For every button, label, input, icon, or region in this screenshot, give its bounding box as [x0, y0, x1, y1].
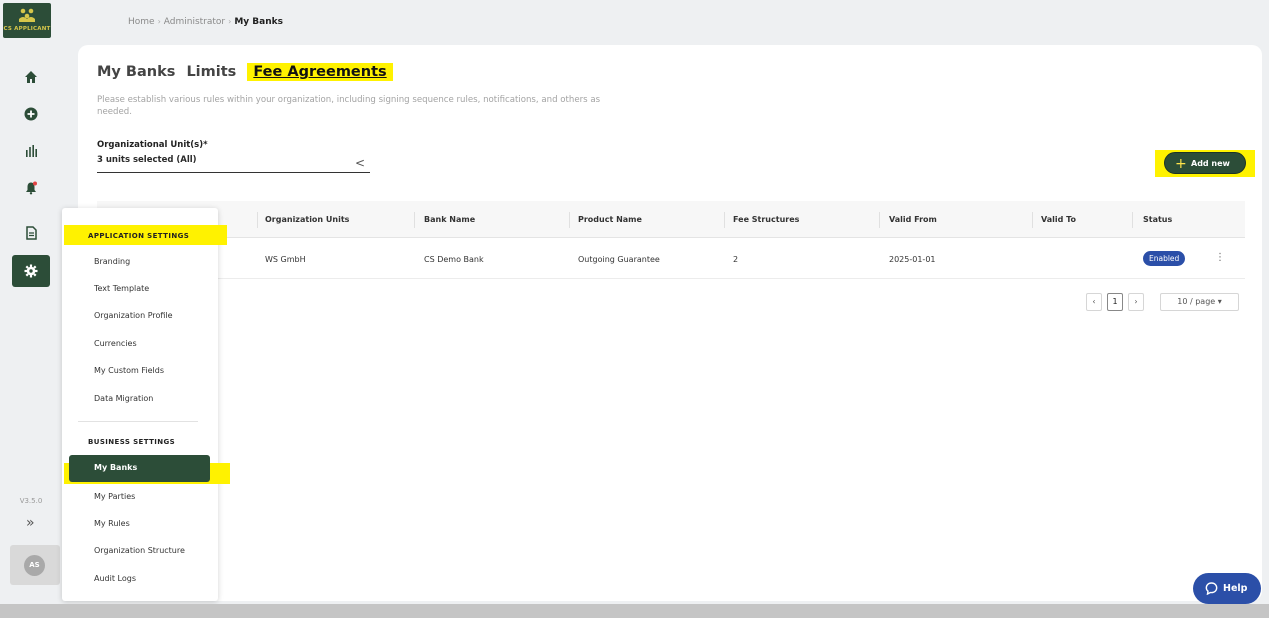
add-new-button[interactable]: + Add new: [1164, 152, 1246, 174]
rail-documents[interactable]: [12, 217, 50, 249]
org-unit-value: 3 units selected (All): [97, 155, 197, 165]
menu-item-text-template[interactable]: Text Template: [94, 284, 149, 293]
row-actions-icon[interactable]: ⋮: [1215, 252, 1225, 263]
main-content: My Banks Limits Fee Agreements Please es…: [78, 45, 1262, 601]
menu-divider: [78, 421, 198, 422]
column-divider: [1032, 212, 1033, 228]
rail-home[interactable]: [12, 61, 50, 93]
plus-icon: +: [1175, 156, 1187, 172]
pagination-prev[interactable]: ‹: [1086, 293, 1102, 311]
org-unit-select[interactable]: 3 units selected (All) <: [97, 155, 370, 173]
breadcrumb-home[interactable]: Home: [128, 17, 155, 27]
header-valid-from[interactable]: Valid From: [889, 215, 937, 224]
status-badge: Enabled: [1143, 251, 1186, 266]
menu-item-data-migration[interactable]: Data Migration: [94, 394, 153, 403]
pagination-page[interactable]: 1: [1107, 293, 1123, 311]
settings-tabs: My Banks Limits Fee Agreements: [97, 63, 399, 81]
chevron-left-icon: <: [354, 156, 365, 170]
menu-item-organization-structure[interactable]: Organization Structure: [94, 546, 185, 555]
menu-item-label: My Banks: [94, 463, 138, 472]
app-logo[interactable]: CS APPLICANT: [3, 3, 51, 38]
column-divider: [724, 212, 725, 228]
menu-item-organization-profile[interactable]: Organization Profile: [94, 311, 173, 320]
page-description: Please establish various rules within yo…: [97, 95, 601, 117]
cell-valid-from: 2025-01-01: [889, 255, 936, 264]
gear-icon: [24, 264, 38, 278]
breadcrumb: Home › Administrator › My Banks: [128, 17, 283, 27]
add-new-label: Add new: [1191, 159, 1230, 168]
column-divider: [257, 212, 258, 228]
cell-organization-units: WS GmbH: [265, 255, 306, 264]
menu-item-branding[interactable]: Branding: [94, 257, 130, 266]
bell-icon: [26, 181, 37, 195]
breadcrumb-administrator[interactable]: Administrator: [164, 17, 225, 27]
home-icon: [25, 71, 37, 83]
application-settings-heading: APPLICATION SETTINGS: [88, 232, 190, 240]
cell-product-name: Outgoing Guarantee: [578, 255, 660, 264]
rail-notifications[interactable]: [12, 172, 50, 204]
menu-item-audit-logs[interactable]: Audit Logs: [94, 574, 136, 583]
menu-item-custom-fields[interactable]: My Custom Fields: [94, 366, 164, 375]
breadcrumb-current: My Banks: [234, 17, 283, 27]
header-product-name[interactable]: Product Name: [578, 215, 642, 224]
top-bar: CS APPLICANT Home › Administrator › My Banks: [0, 0, 1269, 44]
settings-menu: APPLICATION SETTINGS Branding Text Templ…: [62, 208, 230, 601]
menu-item-my-rules[interactable]: My Rules: [94, 519, 130, 528]
bar-chart-icon: [26, 145, 37, 157]
column-divider: [879, 212, 880, 228]
tab-limits[interactable]: Limits: [186, 64, 236, 80]
rail-create[interactable]: [12, 98, 50, 130]
tab-fee-agreements[interactable]: Fee Agreements: [247, 63, 393, 81]
plus-circle-icon: [24, 107, 38, 121]
left-rail: V3.5.0 » AS: [0, 44, 62, 604]
user-profile[interactable]: AS: [10, 545, 60, 585]
help-label: Help: [1223, 583, 1248, 594]
header-organization-units[interactable]: Organization Units: [265, 215, 349, 224]
cell-bank-name: CS Demo Bank: [424, 255, 484, 264]
version-label: V3.5.0: [19, 497, 43, 505]
bottom-bar: [0, 604, 1269, 618]
rail-reports[interactable]: [12, 135, 50, 167]
table-row[interactable]: WS GmbH CS Demo Bank Outgoing Guarantee …: [97, 239, 1245, 279]
org-unit-label: Organizational Unit(s)*: [97, 140, 208, 150]
header-fee-structures[interactable]: Fee Structures: [733, 215, 799, 224]
breadcrumb-separator: ›: [157, 17, 161, 26]
avatar: AS: [24, 555, 45, 576]
header-valid-to[interactable]: Valid To: [1041, 215, 1076, 224]
tab-my-banks[interactable]: My Banks: [97, 64, 175, 80]
help-button[interactable]: Help: [1193, 573, 1261, 604]
logo-text: CS APPLICANT: [3, 26, 51, 32]
page-size-select[interactable]: 10 / page ▾: [1160, 293, 1239, 311]
breadcrumb-separator: ›: [228, 17, 232, 26]
menu-item-my-banks[interactable]: My Banks: [69, 455, 210, 482]
rail-settings[interactable]: [12, 255, 50, 287]
header-status[interactable]: Status: [1143, 215, 1172, 224]
menu-item-my-parties[interactable]: My Parties: [94, 492, 135, 501]
chat-bubble-icon: [1205, 582, 1218, 595]
people-icon: [19, 8, 35, 22]
header-bank-name[interactable]: Bank Name: [424, 215, 475, 224]
menu-item-currencies[interactable]: Currencies: [94, 339, 137, 348]
column-divider: [414, 212, 415, 228]
table-header: Organization Units Bank Name Product Nam…: [97, 201, 1245, 238]
cell-fee-structures: 2: [733, 255, 739, 264]
business-settings-heading: BUSINESS SETTINGS: [88, 438, 176, 446]
expand-rail-button[interactable]: »: [26, 516, 35, 530]
column-divider: [1132, 212, 1133, 228]
document-icon: [26, 226, 37, 240]
column-divider: [569, 212, 570, 228]
pagination-next[interactable]: ›: [1128, 293, 1144, 311]
